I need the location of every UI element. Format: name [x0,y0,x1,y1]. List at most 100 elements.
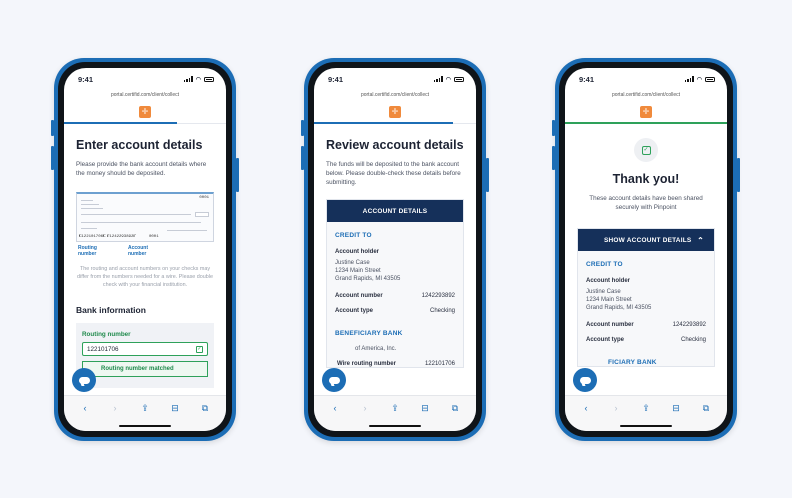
wire-routing-row: Wire routing number 122101706 [335,361,455,367]
holder-name: Justine Case [335,260,370,266]
check-serial: 0001 [149,235,159,239]
tabs-icon[interactable]: ⧉ [197,402,213,414]
back-icon[interactable]: ‹ [327,402,343,414]
address-bar[interactable]: portal.certifid.com/client/collect [565,90,727,100]
section-title: Bank information [76,305,146,315]
card-header: ACCOUNT DETAILS [327,200,463,222]
bookmarks-icon[interactable]: ⊟ [167,402,183,414]
home-indicator [119,425,171,427]
beneficiary-bank-heading: FICIARY BANK [608,359,657,366]
status-bar: 9:41 ◠ [314,68,476,90]
status-time: 9:41 [328,74,344,84]
home-indicator [369,425,421,427]
brand-logo: ✛ [139,105,151,118]
address-bar[interactable]: portal.certifid.com/client/collect [64,90,226,100]
side-button [552,146,555,170]
account-details-card: ACCOUNT DETAILS CREDIT TO Account holder… [326,199,464,368]
page-title: Review account details [326,138,464,152]
check-note: The routing and account numbers on your … [77,266,213,288]
side-button [301,146,304,170]
holder-city: Grand Rapids, MI 43505 [335,276,401,282]
phone-enter-details: 9:41 ◠ portal.certifid.com/client/collec… [51,58,239,441]
signal-icon [183,76,193,82]
page-title: Thank you! [612,172,680,186]
back-icon[interactable]: ‹ [578,402,594,414]
share-icon[interactable]: ⇪ [387,402,403,414]
bookmarks-icon[interactable]: ⊟ [668,402,684,414]
forward-icon[interactable]: › [357,402,373,414]
beneficiary-bank-heading: BENEFICIARY BANK [335,330,403,337]
account-number-value: 1242293892 [672,322,706,328]
battery-icon [204,76,214,82]
side-button [51,146,54,170]
chat-button[interactable] [72,368,96,392]
share-icon[interactable]: ⇪ [638,402,654,414]
side-button [301,120,304,136]
show-account-details-toggle[interactable]: SHOW ACCOUNT DETAILS ⌃ [578,229,714,251]
check-account-line: ⑈1242293892⑈ [107,235,136,239]
account-type-label: Account type [586,337,625,343]
chat-icon [328,376,340,384]
browser-toolbar: ‹ › ⇪ ⊟ ⧉ [314,395,476,431]
check-icon: ✓ [196,345,203,353]
status-time: 9:41 [579,74,595,84]
account-type-row: Account type Checking [335,308,455,314]
tabs-icon[interactable]: ⧉ [447,402,463,414]
back-icon[interactable]: ‹ [77,402,93,414]
chat-button[interactable] [322,368,346,392]
account-number-label: Account number [335,293,383,299]
chat-button[interactable] [573,368,597,392]
check-number: 0001 [199,196,209,200]
brand-header: ✛ [565,100,727,124]
account-details-card: SHOW ACCOUNT DETAILS ⌃ CREDIT TO Account… [577,228,715,367]
phone-thank-you: 9:41 ◠ portal.certifid.com/client/collec… [552,58,740,441]
chat-icon [579,376,591,384]
holder-street: 1234 Main Street [335,268,381,274]
credit-to-heading: CREDIT TO [335,232,372,239]
account-holder-label: Account holder [335,249,380,255]
forward-icon[interactable]: › [107,402,123,414]
status-bar: 9:41 ◠ [565,68,727,90]
signal-icon [433,76,443,82]
routing-number-label: Routing number [82,331,131,338]
page-description: Please provide the bank account details … [76,161,207,177]
status-bar: 9:41 ◠ [64,68,226,90]
side-button [737,158,740,192]
brand-logo: ✛ [389,105,401,118]
routing-matched-banner: Routing number matched [82,361,208,377]
holder-street: 1234 Main Street [586,297,632,303]
phone-review-details: 9:41 ◠ portal.certifid.com/client/collec… [301,58,489,441]
share-icon[interactable]: ⇪ [137,402,153,414]
page-title: Enter account details [76,138,203,152]
brand-logo: ✛ [640,105,652,118]
account-number-value: 1242293892 [421,293,455,299]
chat-icon [78,376,90,384]
card-header: SHOW ACCOUNT DETAILS [604,236,692,244]
routing-number-caption: Routing number [78,245,97,257]
battery-icon [705,76,715,82]
account-number-row: Account number 1242293892 [586,322,706,328]
wire-routing-value: 122101706 [424,361,455,367]
account-type-label: Account type [335,308,374,314]
bookmarks-icon[interactable]: ⊟ [417,402,433,414]
side-button [236,158,239,192]
side-button [552,120,555,136]
side-button [486,158,489,192]
account-number-label: Account number [586,322,634,328]
wire-routing-label: Wire routing number [337,361,396,367]
bank-info-form: Routing number 122101706 ✓ Routing numbe… [76,323,214,388]
credit-to-heading: CREDIT TO [586,261,623,268]
account-holder-label: Account holder [586,278,631,284]
holder-name: Justine Case [586,289,621,295]
holder-city: Grand Rapids, MI 43505 [586,305,652,311]
address-bar[interactable]: portal.certifid.com/client/collect [314,90,476,100]
home-indicator [620,425,672,427]
page-description: The funds will be deposited to the bank … [326,161,461,186]
account-number-row: Account number 1242293892 [335,293,455,299]
forward-icon[interactable]: › [608,402,624,414]
success-icon: ✓ [634,138,658,162]
tabs-icon[interactable]: ⧉ [698,402,714,414]
routing-number-value: 122101706 [87,345,119,353]
browser-toolbar: ‹ › ⇪ ⊟ ⧉ [565,395,727,431]
routing-number-input[interactable]: 122101706 ✓ [82,342,208,356]
